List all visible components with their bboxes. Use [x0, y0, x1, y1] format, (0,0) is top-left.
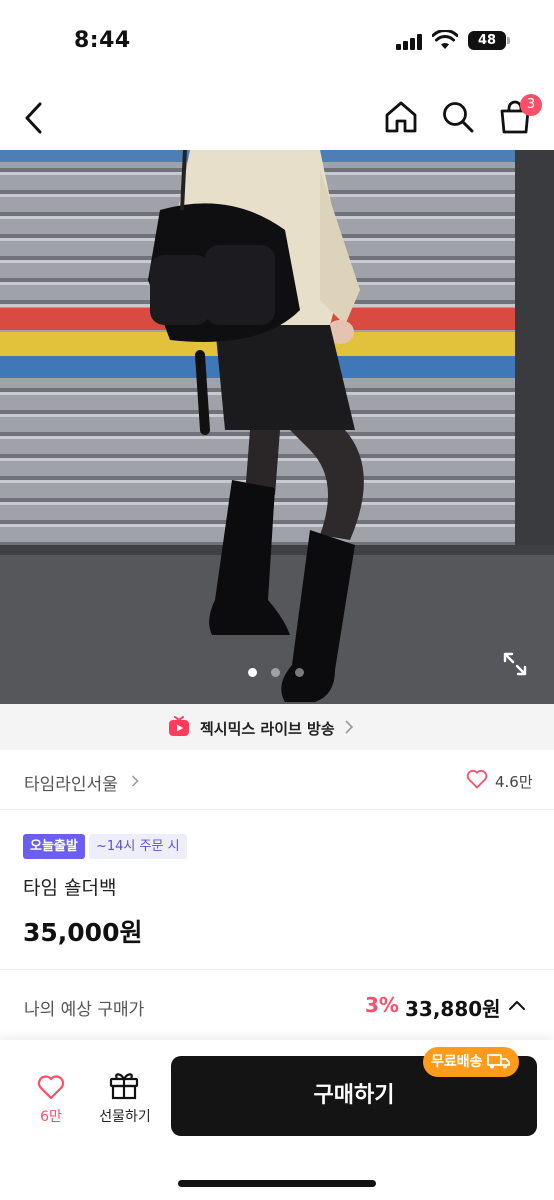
home-indicator: [178, 1180, 376, 1187]
brand-heart-icon[interactable]: [466, 769, 488, 789]
home-icon[interactable]: [382, 98, 420, 136]
order-cutoff-badge: ~14시 주문 시: [89, 834, 187, 859]
live-banner-label: 젝시믹스 라이브 방송: [200, 720, 335, 738]
discount-percent: 3%: [365, 993, 399, 1017]
carousel-dot[interactable]: [295, 668, 304, 677]
gift-label: 선물하기: [99, 1109, 151, 1125]
expected-price-value: 33,880원: [405, 997, 501, 1021]
chevron-left-icon[interactable]: [18, 100, 50, 136]
product-title: 타임 숄더백: [23, 877, 117, 899]
battery-tip: [507, 37, 510, 44]
expected-price-label: 나의 예상 구매가: [24, 1000, 145, 1020]
product-price: 35,000원: [23, 918, 143, 947]
chevron-up-icon[interactable]: [508, 998, 526, 1012]
nav-header: [0, 86, 554, 150]
brand-like-count: 4.6만: [495, 773, 533, 791]
carousel-dot[interactable]: [248, 668, 257, 677]
status-time: 8:44: [74, 28, 131, 53]
gift-icon: [109, 1073, 139, 1100]
live-tv-icon: [169, 716, 189, 736]
expand-icon[interactable]: [502, 651, 528, 677]
like-button[interactable]: 6만: [26, 1070, 76, 1130]
gift-button[interactable]: 선물하기: [92, 1068, 158, 1130]
heart-icon: [37, 1075, 65, 1100]
truck-icon: [486, 1054, 510, 1069]
brand-name-link[interactable]: 타임라인서울: [24, 770, 118, 795]
chevron-right-icon[interactable]: [131, 775, 139, 787]
carousel-indicator[interactable]: [244, 668, 314, 678]
live-broadcast-banner[interactable]: 젝시믹스 라이브 방송: [0, 704, 554, 750]
search-icon[interactable]: [440, 98, 476, 136]
chevron-right-icon: [345, 720, 354, 734]
carousel-dot[interactable]: [271, 668, 280, 677]
brand-row: 타임라인서울 4.6만: [0, 750, 554, 810]
wifi-icon: [432, 30, 458, 49]
free-shipping-badge: 무료배송: [423, 1047, 519, 1077]
battery-indicator: 48: [468, 31, 506, 50]
status-bar: 8:44 48: [0, 0, 554, 80]
today-shipping-badge: 오늘출발: [23, 834, 85, 859]
cart-count-badge: 3: [520, 94, 542, 116]
expected-price-row[interactable]: 나의 예상 구매가 3% 33,880원: [0, 970, 554, 1040]
cellular-signal-icon: [396, 34, 426, 50]
product-photo: [0, 150, 554, 704]
like-count: 6만: [40, 1109, 62, 1125]
free-shipping-label: 무료배송: [431, 1054, 483, 1070]
product-image[interactable]: [0, 150, 554, 704]
